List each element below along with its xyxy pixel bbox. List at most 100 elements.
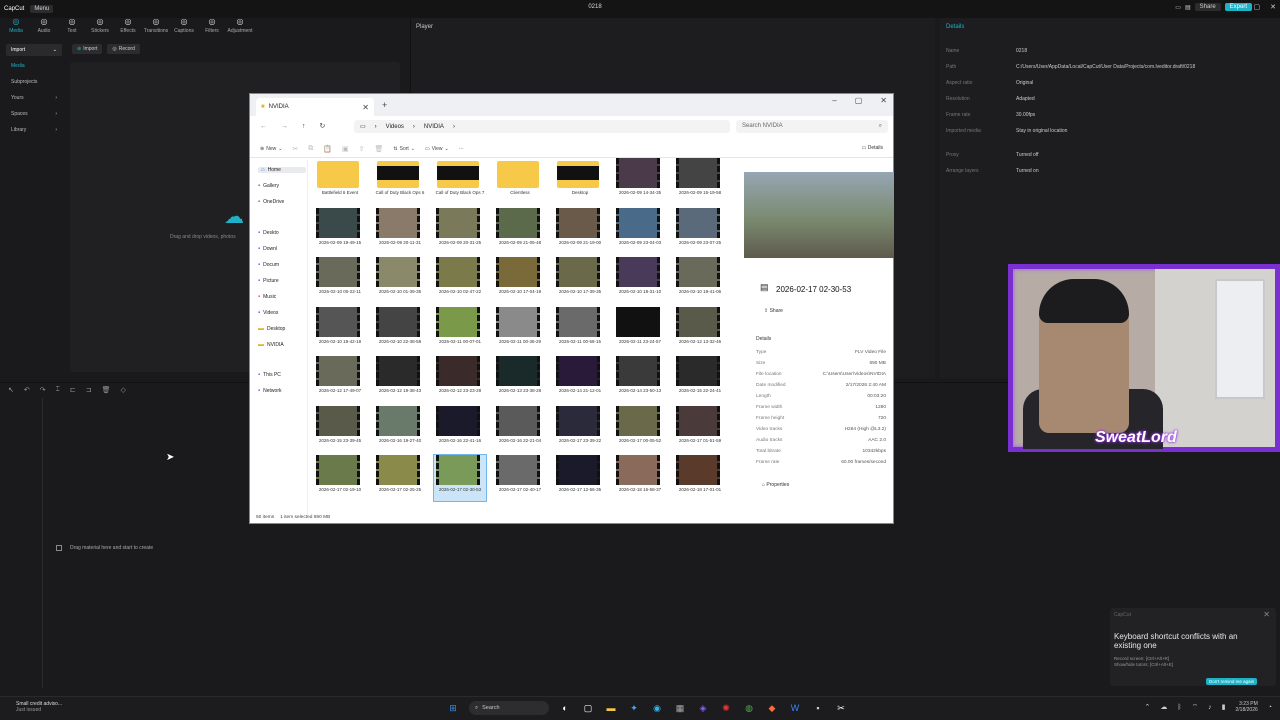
undo-icon[interactable]: ↶: [24, 386, 30, 394]
capcut-icon[interactable]: ✦: [627, 701, 641, 715]
video-file-item[interactable]: 2026-02-09 19-49-15: [314, 207, 366, 254]
taskbar-search[interactable]: ⌕ Search: [469, 701, 549, 715]
tool-media[interactable]: ◎ Media: [4, 18, 28, 40]
nav-import[interactable]: Import ⌄: [6, 44, 62, 56]
battery-icon[interactable]: ▮: [1222, 703, 1226, 711]
video-file-item[interactable]: 2026-02-10 19-42-18: [314, 306, 366, 353]
file-explorer-icon[interactable]: ▬: [604, 701, 618, 715]
sidebar-item-downl[interactable]: ▪ Downl: [258, 246, 306, 252]
video-file-item[interactable]: 2026-02-10 02-47-22: [434, 257, 486, 303]
video-file-item[interactable]: 2026-02-09 23-07-25: [674, 207, 726, 254]
windows-start-icon[interactable]: ⊞: [446, 701, 460, 715]
tool-stickers[interactable]: ◎ Stickers: [88, 18, 112, 40]
capcut-app-icon[interactable]: ✂: [834, 701, 848, 715]
video-file-item[interactable]: 2026-02-09 20-31-25: [434, 207, 486, 254]
video-file-item[interactable]: 2026-02-10 18-31-10: [614, 257, 666, 303]
widgets-icon[interactable]: ◐: [558, 701, 572, 715]
properties-button[interactable]: ⌂ Properties: [762, 482, 789, 488]
word-icon[interactable]: W: [788, 701, 802, 715]
brave-icon[interactable]: ◆: [765, 701, 779, 715]
obs-icon[interactable]: ◈: [696, 701, 710, 715]
video-file-item[interactable]: 2026-02-17 02-30-53: [433, 454, 487, 502]
minimize-icon[interactable]: –: [1240, 3, 1244, 11]
menu-button[interactable]: Menu: [30, 5, 54, 13]
sidebar-item-docum[interactable]: ▪ Docum: [258, 262, 306, 268]
video-file-item[interactable]: 2026-02-09 21-05-48: [494, 207, 546, 254]
maximize-icon[interactable]: ▢: [1254, 3, 1261, 11]
search-input[interactable]: Search NVIDIA ⌕: [736, 120, 888, 133]
minimize-icon[interactable]: –: [832, 96, 836, 105]
volume-icon[interactable]: ♪: [1208, 704, 1212, 711]
breadcrumb-nvidia[interactable]: NVIDIA: [424, 124, 444, 130]
share-button[interactable]: Share: [1194, 3, 1221, 11]
video-file-item[interactable]: 2026-02-15 23-39-45: [314, 405, 366, 452]
video-file-item[interactable]: 2026-02-12 19-38-43: [374, 356, 426, 402]
video-file-item[interactable]: 2026-02-12 23-23-28: [434, 356, 486, 402]
forward-icon[interactable]: →: [281, 123, 288, 130]
close-icon[interactable]: ✕: [880, 96, 887, 105]
explorer-tab[interactable]: ■ NVIDIA ✕: [256, 98, 374, 116]
video-file-item[interactable]: 2026-02-17 02-19-10: [314, 455, 366, 501]
redo-icon[interactable]: ↷: [40, 386, 46, 394]
video-file-item[interactable]: 2026-02-14 21-12-01: [554, 356, 606, 402]
more-icon[interactable]: ···: [459, 146, 464, 152]
details-toggle-button[interactable]: ▭ Details: [862, 145, 883, 151]
wifi-icon[interactable]: ⌔: [1192, 703, 1199, 712]
new-button[interactable]: ⊕ New ⌄: [260, 146, 282, 152]
video-file-item[interactable]: 2026-02-17 12-56-35: [554, 455, 606, 501]
store-icon[interactable]: ▦: [673, 701, 687, 715]
weather-widget[interactable]: Small credit adviso... Just issued: [16, 701, 62, 713]
tool-filters[interactable]: ◎ Filters: [200, 18, 224, 40]
sidebar-item-gallery[interactable]: ▪ Gallery: [258, 183, 306, 189]
sidebar-item-network[interactable]: ▪ Network: [258, 388, 306, 394]
video-file-item[interactable]: 2026-02-10 00-22-11: [314, 257, 366, 303]
video-file-item[interactable]: 2026-02-18 17-01-01: [674, 455, 726, 501]
video-file-item[interactable]: 2026-02-10 17-04-19: [494, 257, 546, 303]
video-file-item[interactable]: 2026-02-16 22-21-04: [494, 405, 546, 452]
clock[interactable]: 3:23 PM 2/18/2026: [1236, 701, 1258, 713]
delete-icon[interactable]: 🗑: [102, 386, 111, 394]
task-view-icon[interactable]: ▢: [581, 701, 595, 715]
new-tab-icon[interactable]: +: [382, 100, 387, 110]
tool-effects[interactable]: ◎ Effects: [116, 18, 140, 40]
video-file-item[interactable]: 2026-02-09 21-19-00: [554, 207, 606, 254]
address-bar[interactable]: ▭ › Videos › NVIDIA ›: [354, 120, 730, 133]
notification-bell-icon[interactable]: ◔: [1268, 704, 1272, 711]
delete-icon[interactable]: 🗑: [375, 145, 384, 153]
davinci-icon[interactable]: ✺: [719, 701, 733, 715]
tool-text[interactable]: ◎ Text: [60, 18, 84, 40]
tool-adjustment[interactable]: ◎ Adjustment: [228, 18, 253, 40]
chevron-up-icon[interactable]: ⌃: [1144, 703, 1150, 711]
app-icon[interactable]: ▪: [811, 701, 825, 715]
sidebar-item-this-pc[interactable]: ▪ This PC: [258, 372, 306, 378]
video-file-item[interactable]: 2026-02-18 16-58-37: [614, 455, 666, 501]
close-tab-icon[interactable]: ✕: [362, 103, 369, 112]
sidebar-item-home[interactable]: ⌂ Home: [258, 167, 306, 173]
video-file-item[interactable]: 2026-02-13 23-38-28: [494, 356, 546, 402]
breadcrumb-videos[interactable]: Videos: [386, 124, 404, 130]
tool-captions[interactable]: ◎ Captions: [172, 18, 196, 40]
folder-item[interactable]: Desktop: [554, 158, 606, 204]
video-file-item[interactable]: 2026-02-12 13-32-46: [674, 306, 726, 353]
folder-item[interactable]: Clientless: [494, 158, 546, 204]
video-file-item[interactable]: 2026-02-17 01-51-59: [674, 405, 726, 452]
sidebar-item-nvidia[interactable]: ▬ NVIDIA: [258, 342, 306, 348]
video-file-item[interactable]: 2026-02-12 17-49-07: [314, 356, 366, 402]
video-file-item[interactable]: 2026-02-11 00-36-29: [494, 306, 546, 353]
layout-icon[interactable]: ▭: [1175, 4, 1181, 11]
import-button[interactable]: ⊕ Import: [72, 44, 103, 54]
select-tool-icon[interactable]: ↖: [8, 386, 14, 394]
video-file-item[interactable]: 2026-02-17 00-05-52: [614, 405, 666, 452]
maximize-icon[interactable]: ▢: [855, 96, 863, 105]
grid-icon[interactable]: ▤: [1185, 4, 1191, 11]
sidebar-item-desktop[interactable]: ▬ Desktop: [258, 326, 306, 332]
nav-media[interactable]: Media: [6, 60, 62, 72]
refresh-icon[interactable]: ↻: [320, 122, 326, 130]
video-file-item[interactable]: 2026-02-09 14-34-35: [614, 158, 666, 204]
video-file-item[interactable]: 2026-02-10 17-39-35: [554, 257, 606, 303]
split-icon[interactable]: ⌶: [56, 386, 60, 394]
cut-icon[interactable]: ✂: [292, 145, 298, 153]
tool-transitions[interactable]: ◎ Transitions: [144, 18, 168, 40]
shield-icon[interactable]: ◇: [120, 386, 125, 394]
close-icon[interactable]: ✕: [1263, 610, 1270, 619]
